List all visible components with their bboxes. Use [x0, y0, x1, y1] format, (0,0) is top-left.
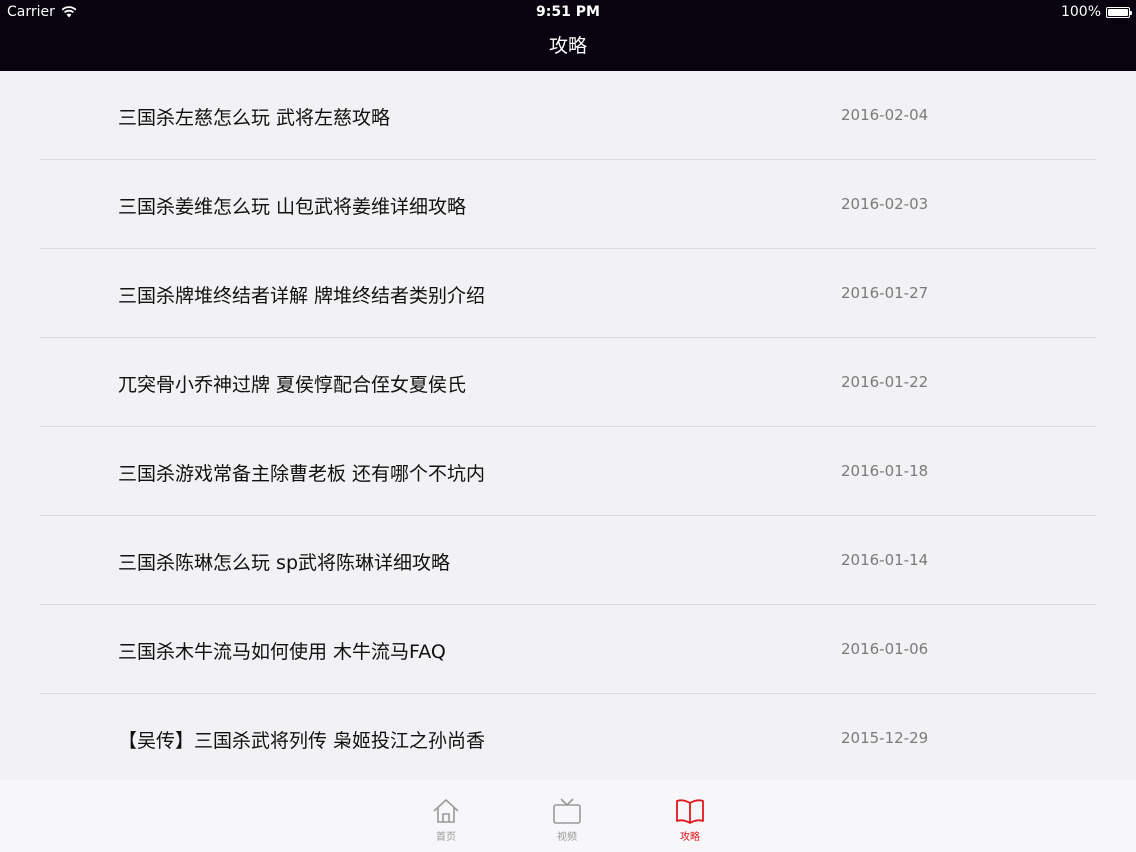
- status-bar: Carrier 9:51 PM 100%: [0, 0, 1136, 24]
- tab-video-label: 视频: [557, 832, 577, 843]
- home-icon: [433, 799, 459, 823]
- page-title: 攻略: [548, 35, 587, 57]
- list-item[interactable]: 三国杀陈琳怎么玩 sp武将陈琳详细攻略 2016-01-14: [40, 516, 1096, 605]
- clock: 9:51 PM: [536, 4, 600, 20]
- list-item[interactable]: 三国杀姜维怎么玩 山包武将姜维详细攻略 2016-02-03: [40, 160, 1096, 249]
- tab-home[interactable]: 首页: [416, 796, 476, 852]
- battery-percent: 100%: [1060, 4, 1101, 20]
- article-date: 2016-01-27: [841, 284, 929, 302]
- tv-icon: [553, 798, 581, 824]
- article-list: 三国杀左慈怎么玩 武将左慈攻略 2016-02-04 三国杀姜维怎么玩 山包武将…: [0, 71, 1136, 783]
- list-item[interactable]: 【吴传】三国杀武将列传 枭姬投江之孙尚香 2015-12-29: [40, 694, 1096, 783]
- article-title: 三国杀姜维怎么玩 山包武将姜维详细攻略: [118, 196, 467, 218]
- tab-guide-label: 攻略: [680, 832, 700, 843]
- article-title: 【吴传】三国杀武将列传 枭姬投江之孙尚香: [118, 730, 486, 752]
- article-title: 三国杀左慈怎么玩 武将左慈攻略: [118, 107, 391, 129]
- article-date: 2016-02-03: [841, 195, 929, 213]
- article-title: 兀突骨小乔神过牌 夏侯惇配合侄女夏侯氏: [118, 374, 467, 396]
- list-item[interactable]: 三国杀左慈怎么玩 武将左慈攻略 2016-02-04: [40, 71, 1096, 160]
- article-date: 2016-01-18: [841, 462, 929, 480]
- book-icon: [676, 799, 704, 824]
- article-title: 三国杀木牛流马如何使用 木牛流马FAQ: [118, 641, 446, 663]
- navigation-bar: 攻略: [0, 24, 1136, 71]
- tab-video[interactable]: 视频: [537, 796, 597, 852]
- tab-home-label: 首页: [436, 832, 456, 843]
- list-item[interactable]: 兀突骨小乔神过牌 夏侯惇配合侄女夏侯氏 2016-01-22: [40, 338, 1096, 427]
- tab-bar: 首页 视频 攻略: [0, 780, 1136, 852]
- article-date: 2016-02-04: [841, 106, 929, 124]
- battery-indicator: 100%: [1060, 4, 1132, 20]
- article-title: 三国杀游戏常备主除曹老板 还有哪个不坑内: [118, 463, 486, 485]
- article-date: 2015-12-29: [841, 729, 929, 747]
- list-item[interactable]: 三国杀牌堆终结者详解 牌堆终结者类别介绍 2016-01-27: [40, 249, 1096, 338]
- article-date: 2016-01-22: [841, 373, 929, 391]
- tab-guide[interactable]: 攻略: [660, 796, 720, 852]
- battery-icon: [1106, 6, 1132, 18]
- list-item[interactable]: 三国杀游戏常备主除曹老板 还有哪个不坑内 2016-01-18: [40, 427, 1096, 516]
- article-title: 三国杀牌堆终结者详解 牌堆终结者类别介绍: [118, 285, 486, 307]
- list-item[interactable]: 三国杀木牛流马如何使用 木牛流马FAQ 2016-01-06: [40, 605, 1096, 694]
- article-title: 三国杀陈琳怎么玩 sp武将陈琳详细攻略: [118, 552, 450, 574]
- article-date: 2016-01-06: [841, 640, 929, 658]
- article-date: 2016-01-14: [841, 551, 929, 569]
